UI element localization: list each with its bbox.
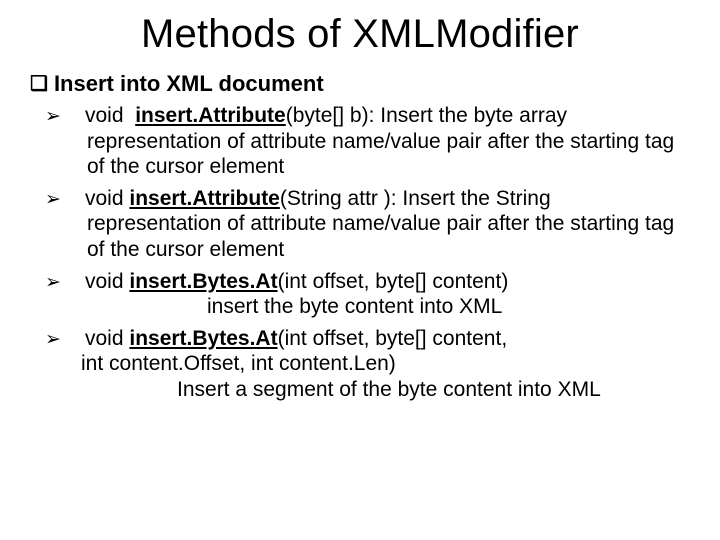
method-name: insert.Attribute xyxy=(135,104,286,127)
square-bullet-icon: ❑ xyxy=(30,74,48,94)
arrow-icon: ➢ xyxy=(66,188,85,211)
list-item: ➢void insert.Attribute(byte[] b): Insert… xyxy=(66,103,690,180)
arrow-icon: ➢ xyxy=(66,105,85,128)
slide: Methods of XMLModifier ❑ Insert into XML … xyxy=(0,0,720,540)
method-description: insert the byte content into XML xyxy=(207,294,690,320)
return-type: void xyxy=(85,104,135,127)
arrow-icon: ➢ xyxy=(66,328,85,351)
method-signature: (int offset, byte[] content, xyxy=(278,327,508,350)
return-type: void xyxy=(85,270,129,293)
list-item: ➢void insert.Bytes.At(int offset, byte[]… xyxy=(66,269,690,320)
list-item: ➢void insert.Bytes.At(int offset, byte[]… xyxy=(66,326,690,403)
list-item: ➢void insert.Attribute(String attr ): In… xyxy=(66,186,690,263)
section-heading: ❑ Insert into XML document xyxy=(30,71,690,97)
method-name: insert.Attribute xyxy=(129,187,280,210)
return-type: void xyxy=(85,187,129,210)
slide-title: Methods of XMLModifier xyxy=(30,12,690,57)
method-name: insert.Bytes.At xyxy=(129,327,277,350)
method-name: insert.Bytes.At xyxy=(129,270,277,293)
method-signature-line2: int content.Offset, int content.Len) xyxy=(81,351,690,377)
method-signature: (int offset, byte[] content) xyxy=(278,270,509,293)
method-description: Insert a segment of the byte content int… xyxy=(177,377,690,403)
return-type: void xyxy=(85,327,129,350)
method-list: ➢void insert.Attribute(byte[] b): Insert… xyxy=(30,103,690,403)
section-heading-text: Insert into XML document xyxy=(54,71,324,96)
arrow-icon: ➢ xyxy=(66,271,85,294)
